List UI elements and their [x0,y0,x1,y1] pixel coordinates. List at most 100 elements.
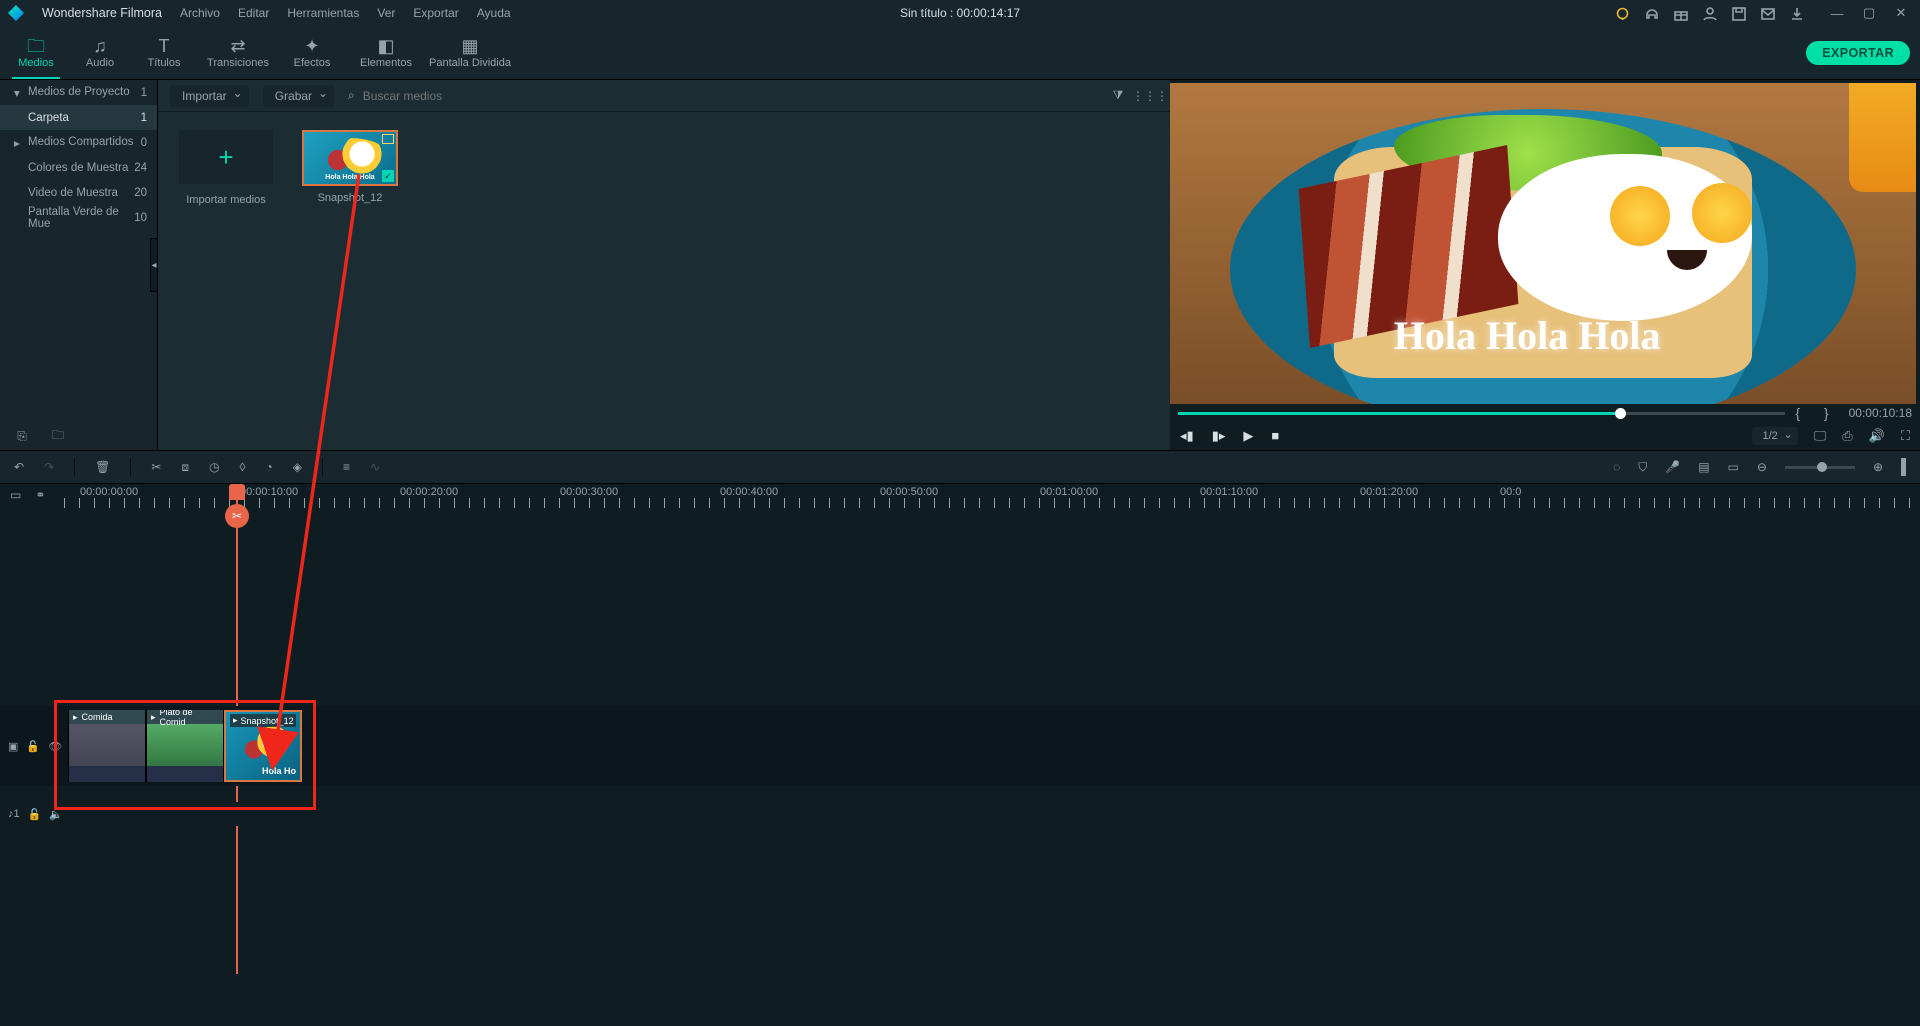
color-button[interactable]: ◊ [240,460,246,474]
menu-tools[interactable]: Herramientas [287,6,359,20]
inout-brackets-icon[interactable]: { } [1795,405,1838,421]
tab-elements[interactable]: ◧ Elementos [344,26,428,79]
search-input[interactable] [361,88,648,104]
folder-shared-media[interactable]: ▸Medios Compartidos 0 [0,130,157,155]
visibility-icon[interactable]: 👁 [48,740,62,753]
caret-down-icon: ▾ [14,86,22,100]
window-close-button[interactable]: ✕ [1890,4,1912,22]
timeline-ruler[interactable]: ▭ ⚭ 00:00:00:0000:00:10:0000:00:20:0000:… [0,484,1920,508]
mail-icon[interactable] [1760,6,1775,21]
import-media-tile[interactable]: + Importar medios [176,130,276,206]
marker-icon[interactable]: ▭ [1728,460,1739,474]
headphones-icon[interactable] [1644,6,1659,21]
crop-button[interactable]: ⧈ [181,460,189,475]
folder-project-media[interactable]: ▾Medios de Proyecto 1 [0,80,157,105]
new-folder-icon[interactable]: ⎘ [14,428,30,444]
undo-button[interactable]: ↶ [14,460,24,474]
lock-icon[interactable]: 🔓 [28,808,42,821]
folder-carpeta[interactable]: Carpeta 1 [0,105,157,130]
preview-viewport[interactable]: Hola Hola Hola [1170,83,1916,404]
clip-comida[interactable]: ▸Comida [68,710,146,782]
tab-transitions[interactable]: ⇄ Transiciones [196,26,280,79]
prev-frame-button[interactable]: ◂▮ [1180,428,1194,444]
menu-edit[interactable]: Editar [238,6,269,20]
clip-snapshot[interactable]: ▸Snapshot_12 Hola Ho [224,710,302,782]
folder-icon: 🗀 [27,37,45,55]
save-icon[interactable] [1731,6,1746,21]
tab-media[interactable]: 🗀 Medios [4,26,68,79]
gift-icon[interactable] [1673,6,1688,21]
tab-effects[interactable]: ✦ Efectos [280,26,344,79]
record-dropdown[interactable]: Grabar [263,85,334,107]
folder-sample-colors[interactable]: Colores de Muestra 24 [0,155,157,180]
audio-button[interactable]: ∿ [370,460,380,474]
ruler-tick: 00:0 [1500,486,1521,498]
open-folder-icon[interactable]: 🗀 [50,428,66,444]
mic-icon[interactable]: 🎤 [1665,460,1680,474]
stop-button[interactable]: ■ [1271,428,1279,444]
menu-export[interactable]: Exportar [413,6,458,20]
link-icon[interactable]: ⚭ [35,488,45,502]
account-icon[interactable] [1702,6,1717,21]
snapshot-icon[interactable]: ⎙ [1842,428,1852,444]
delete-button[interactable]: 🗑 [95,460,110,474]
zoom-ratio-dropdown[interactable]: 1/2 [1752,427,1797,445]
shield-icon[interactable]: ⛉ [1638,460,1647,475]
media-thumbnail[interactable]: Hola Hola Hola ✓ [302,130,398,186]
menu-view[interactable]: Ver [377,6,395,20]
scrub-track[interactable] [1178,412,1785,415]
menu-help[interactable]: Ayuda [477,6,511,20]
speed-button[interactable]: ◷ [209,460,219,474]
keyframe-button[interactable]: ◈ [293,460,302,474]
caret-right-icon: ▸ [14,136,22,150]
scrub-handle[interactable] [1615,408,1626,419]
folder-sample-video[interactable]: Video de Muestra 20 [0,180,157,205]
download-icon[interactable] [1789,6,1804,21]
ruler-tick: 00:00:00:00 [80,486,138,498]
tab-audio[interactable]: ♫ Audio [68,26,132,79]
tips-icon[interactable] [1615,6,1630,21]
folder-green-screen[interactable]: Pantalla Verde de Mue 10 [0,205,157,230]
window-maximize-button[interactable]: ▢ [1858,4,1880,22]
track-toggle-icon[interactable]: ▣ [8,740,18,753]
display-icon[interactable]: 🖵 [1814,428,1827,444]
clip-plato[interactable]: ▸Plato de Comid [146,710,224,782]
media-item-snapshot[interactable]: Hola Hola Hola ✓ Snapshot_12 [300,130,400,204]
play-button[interactable]: ▶ [1243,428,1253,444]
grid-icon: ▦ [461,37,478,55]
fullscreen-icon[interactable]: ⛶ [1901,428,1910,444]
adjust-button[interactable]: ≡ [343,460,350,474]
ruler-tick: 00:01:00:00 [1040,486,1098,498]
collapse-sidebar-button[interactable]: ◂ [150,238,158,292]
redo-button[interactable]: ↷ [44,460,54,474]
zoom-out-button[interactable]: ⊖ [1757,460,1767,474]
media-item-name: Snapshot_12 [318,192,383,204]
greenscreen-button[interactable]: ◔ [265,460,272,474]
video-track-header[interactable]: ▣ 🔓 👁 [0,706,64,786]
audio-track-header[interactable]: ♪1 🔓 🔈 [0,802,64,826]
tab-titles[interactable]: T Títulos [132,26,196,79]
zoom-fit-button[interactable] [1901,458,1906,476]
window-minimize-button[interactable]: — [1826,4,1848,22]
filter-icon[interactable]: ⧩ [1110,88,1126,104]
tab-splitscreen[interactable]: ▦ Pantalla Dividida [428,26,512,79]
lock-icon[interactable]: 🔓 [26,740,40,753]
mixer-icon[interactable]: ◌ [1613,460,1620,474]
grid-view-icon[interactable]: ⋮⋮⋮ [1142,88,1158,104]
track-manage-icon[interactable]: ▭ [10,488,21,502]
list-icon[interactable]: ▤ [1698,460,1709,474]
zoom-slider[interactable] [1785,466,1855,469]
video-track[interactable]: ▣ 🔓 👁 ▸Comida ▸Plato de Comid ▸Snapshot_… [0,706,1920,786]
zoom-in-button[interactable]: ⊕ [1873,460,1883,474]
next-frame-button[interactable]: ▮▸ [1212,428,1226,444]
split-button[interactable]: ✂ [151,460,161,474]
export-button[interactable]: EXPORTAR [1806,41,1910,65]
audio-track[interactable]: ♪1 🔓 🔈 [0,802,1920,826]
ruler-tick: 00:00:20:00 [400,486,458,498]
volume-icon[interactable]: 🔊 [1869,428,1885,444]
menu-file[interactable]: Archivo [180,6,220,20]
mute-icon[interactable]: 🔈 [49,808,63,821]
media-search[interactable]: ⌕ [348,88,648,104]
cut-playhead-icon[interactable]: ✂ [225,504,249,528]
import-dropdown[interactable]: Importar [170,85,249,107]
